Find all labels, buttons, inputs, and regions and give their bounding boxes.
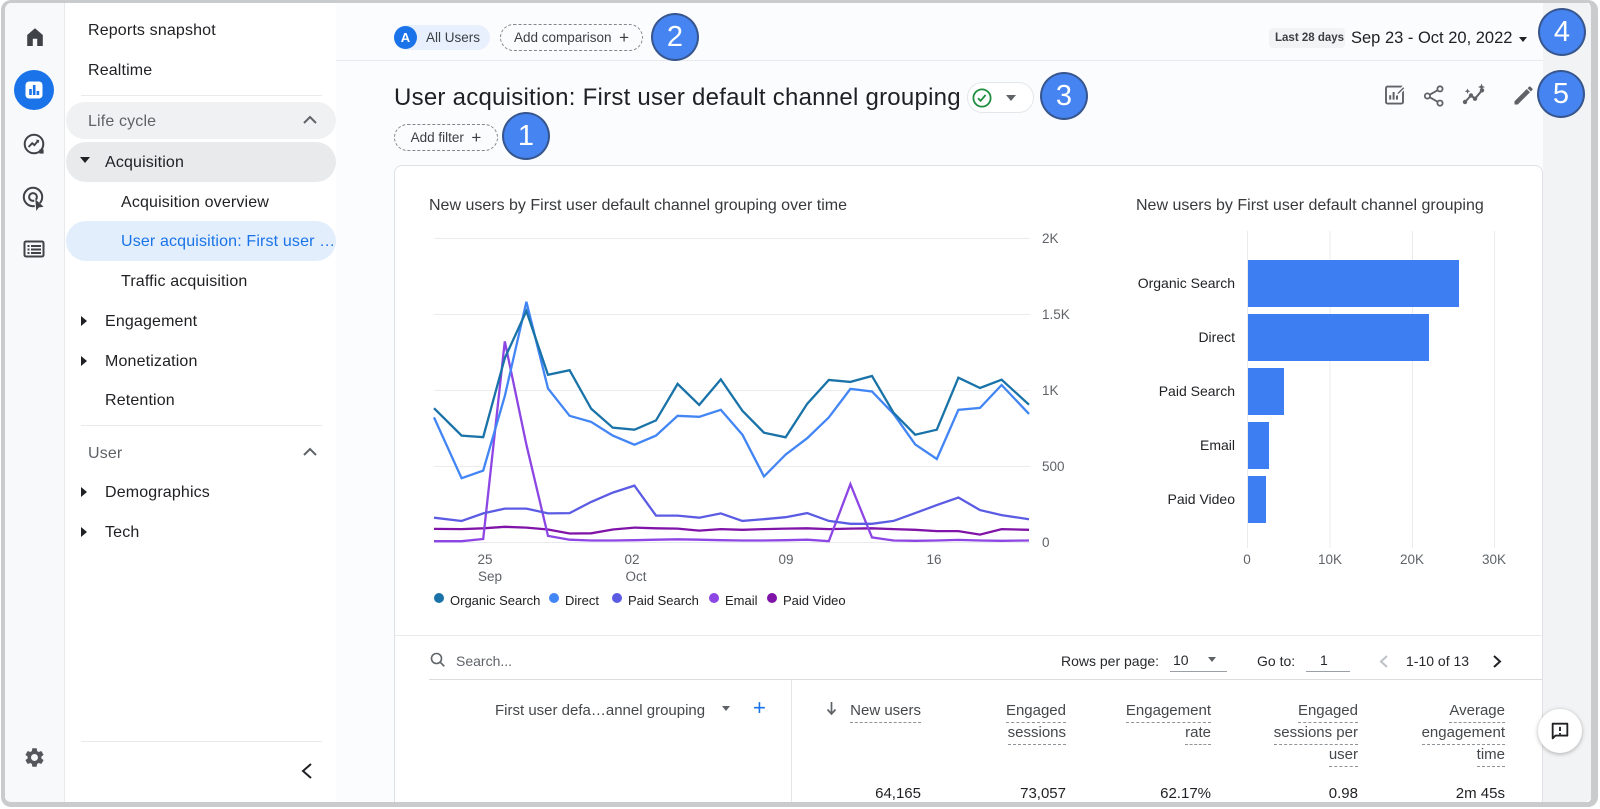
svg-text:1.5K: 1.5K [1042, 307, 1070, 322]
svg-text:0: 0 [1243, 552, 1251, 567]
svg-text:500: 500 [1042, 459, 1065, 474]
svg-text:09: 09 [778, 552, 793, 567]
svg-text:02: 02 [624, 552, 639, 567]
svg-text:Direct: Direct [1198, 329, 1235, 345]
svg-text:Oct: Oct [625, 569, 646, 584]
svg-text:16: 16 [926, 552, 941, 567]
svg-text:Paid Video: Paid Video [1168, 491, 1236, 507]
svg-text:25: 25 [477, 552, 492, 567]
svg-text:Email: Email [1200, 437, 1235, 453]
svg-text:Organic Search: Organic Search [1138, 275, 1235, 291]
svg-text:0: 0 [1042, 535, 1050, 550]
svg-text:30K: 30K [1482, 552, 1506, 567]
svg-text:1K: 1K [1042, 383, 1059, 398]
svg-text:20K: 20K [1400, 552, 1424, 567]
svg-text:2K: 2K [1042, 231, 1059, 246]
svg-text:Paid Search: Paid Search [1159, 383, 1235, 399]
svg-text:10K: 10K [1318, 552, 1342, 567]
svg-text:Sep: Sep [478, 569, 502, 584]
